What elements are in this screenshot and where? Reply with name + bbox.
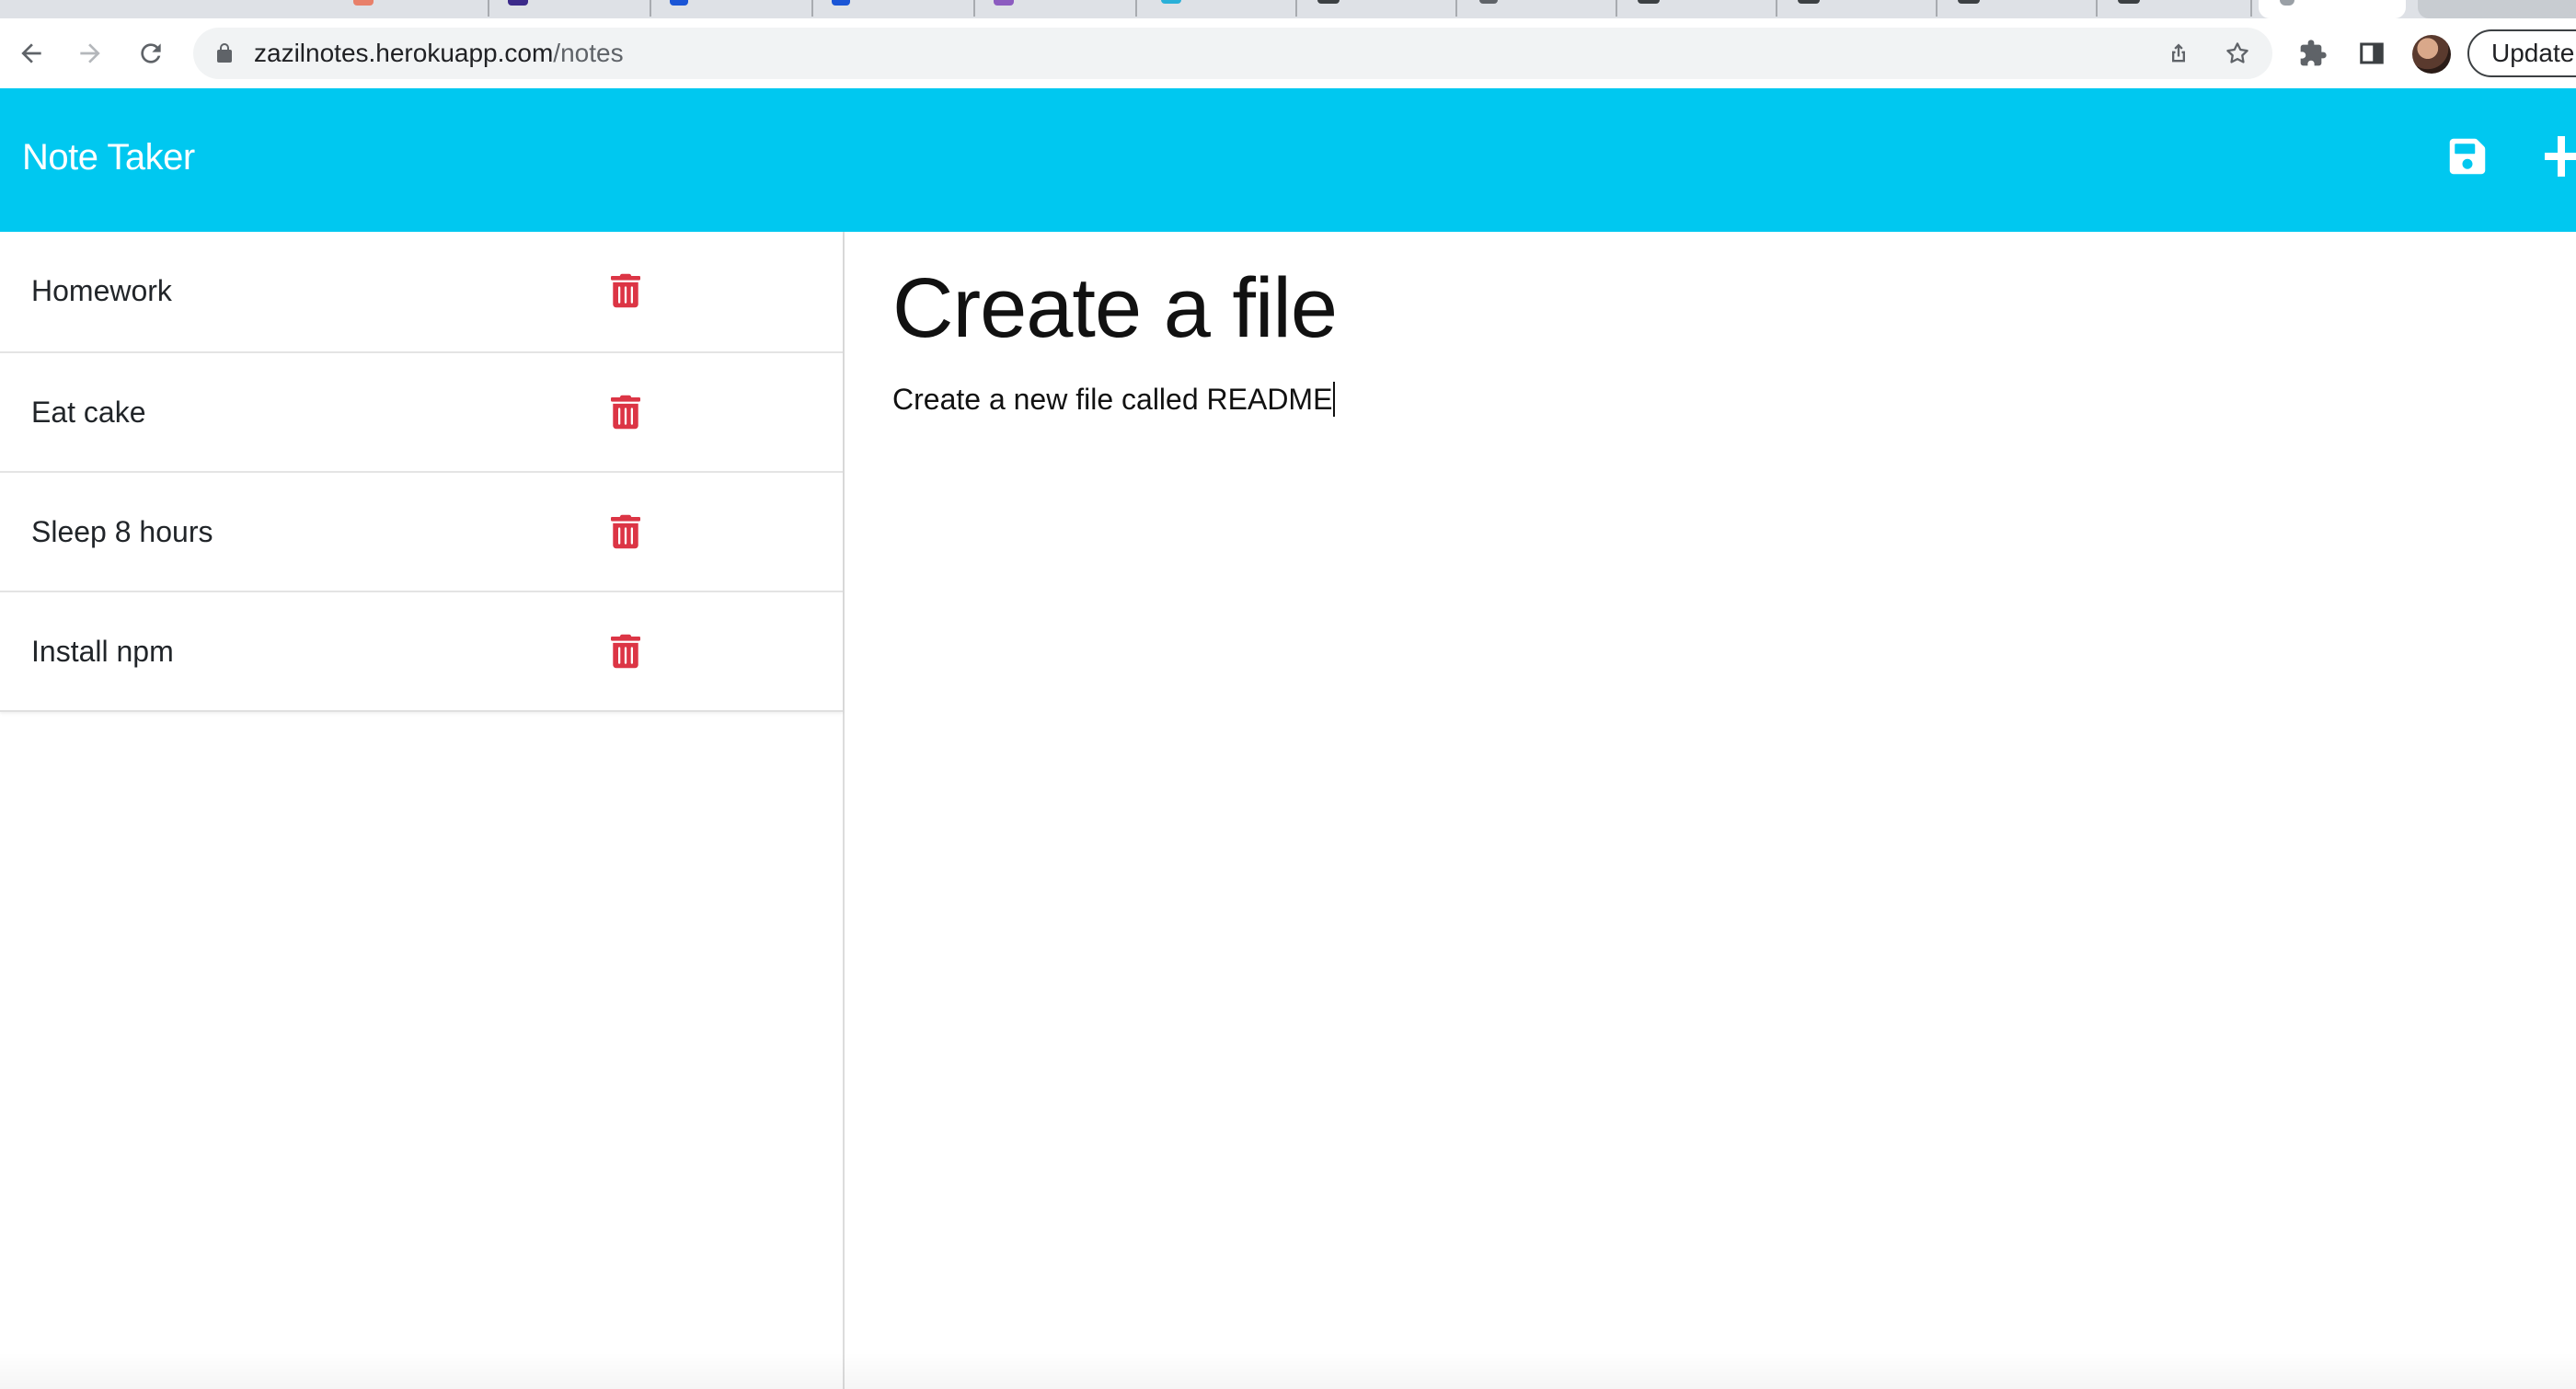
note-title[interactable]: Homework [31,272,172,309]
puzzle-icon [2300,40,2327,66]
forward-button[interactable] [72,35,109,72]
brand-title[interactable]: Note Taker [22,134,195,180]
update-button[interactable]: Update [2467,29,2576,77]
note-title-input[interactable]: Create a file [892,258,1338,359]
list-item[interactable]: Eat cake [0,351,843,471]
tab-divider [1295,0,1297,17]
url-path: /notes [553,39,624,67]
new-tab-area[interactable] [2418,0,2576,18]
tab-favicon[interactable] [670,0,688,6]
tab-favicon[interactable] [832,0,850,6]
lock-icon[interactable] [213,42,236,64]
app-navbar: Note Taker [0,88,2576,232]
reload-button[interactable] [132,35,169,72]
bookmark-button[interactable] [2223,39,2252,68]
tab-favicon[interactable] [1958,0,1980,4]
tab-favicon[interactable] [1798,0,1820,4]
tab-divider [811,0,813,17]
url-text[interactable]: zazilnotes.herokuapp.com/notes [254,39,624,68]
side-panel-button[interactable] [2355,37,2388,70]
tab-favicon[interactable] [353,0,374,6]
trash-icon[interactable] [611,633,640,670]
trash-icon[interactable] [611,394,640,430]
note-editor: Create a file Create a new file called R… [846,232,2576,1389]
tab-divider [488,0,489,17]
avatar[interactable] [2412,35,2451,74]
star-icon [2226,42,2248,63]
arrow-left-icon [21,43,41,63]
note-textarea[interactable]: Create a new file called README [892,379,1336,419]
trash-icon[interactable] [611,272,640,309]
notes-sidebar: Homework Eat cake Sleep 8 hours Install … [0,232,845,1389]
list-item[interactable]: Homework [0,232,843,351]
extensions-button[interactable] [2296,37,2329,70]
plus-icon[interactable] [2545,136,2576,177]
share-icon [2172,43,2185,63]
tab-divider [2096,0,2098,17]
tab-divider [1616,0,1617,17]
tab-divider [1455,0,1457,17]
tab-favicon[interactable] [1638,0,1660,4]
list-item[interactable]: Install npm [0,591,843,710]
tab-divider [1936,0,1938,17]
tab-divider [973,0,975,17]
address-bar[interactable]: zazilnotes.herokuapp.com/notes [193,28,2272,79]
url-host: zazilnotes.herokuapp.com [254,39,554,67]
reload-icon [141,43,161,63]
tab-favicon[interactable] [508,0,528,6]
note-list: Homework Eat cake Sleep 8 hours Install … [0,232,843,712]
tab-favicon[interactable] [1317,0,1340,4]
tab-favicon[interactable] [2118,0,2140,4]
side-panel-icon [2360,42,2384,64]
note-body-text: Create a new file called README [892,383,1333,416]
tab-favicon[interactable] [994,0,1014,6]
note-title[interactable]: Sleep 8 hours [31,513,213,550]
trash-icon[interactable] [611,513,640,550]
tab-divider [1776,0,1777,17]
browser-toolbar: zazilnotes.herokuapp.com/notes Update [0,18,2576,88]
note-title[interactable]: Eat cake [31,394,146,430]
text-cursor [1333,382,1336,417]
list-item[interactable]: Sleep 8 hours [0,471,843,591]
arrow-right-icon [80,43,100,63]
tab-divider [1135,0,1137,17]
tab-divider [2250,0,2252,17]
tab-divider [650,0,651,17]
note-title[interactable]: Install npm [31,633,174,670]
back-button[interactable] [13,35,50,72]
tab-favicon[interactable] [1479,0,1498,4]
save-icon[interactable] [2447,136,2488,177]
share-button[interactable] [2164,39,2193,68]
tab-favicon[interactable] [1161,0,1181,4]
tab-strip [0,0,2576,18]
